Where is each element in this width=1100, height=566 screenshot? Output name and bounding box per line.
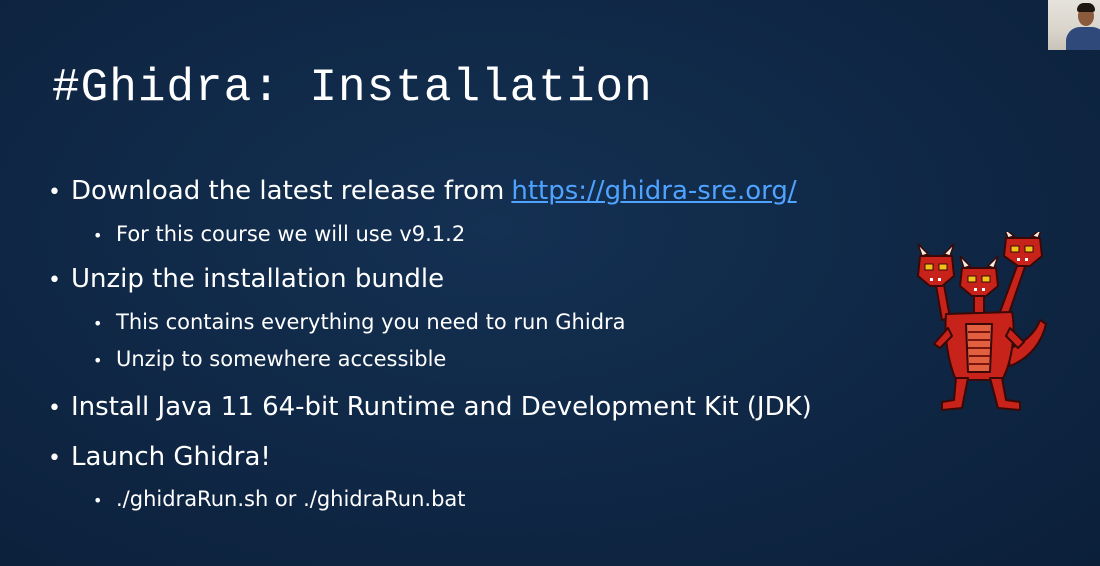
sub-bullet-icon: •: [93, 491, 103, 510]
sub-bullet-icon: •: [93, 226, 103, 245]
sub-bullet-version: • For this course we will use v9.1.2: [93, 222, 465, 246]
bullet-text: Download the latest release from: [71, 176, 505, 206]
sub-bullet-text: This contains everything you need to run…: [116, 310, 626, 334]
presenter-hair: [1077, 3, 1095, 12]
sub-bullet-contains: • This contains everything you need to r…: [93, 310, 626, 334]
bullet-text: Install Java 11 64-bit Runtime and Devel…: [71, 392, 812, 422]
presenter-shoulders: [1066, 27, 1100, 50]
bullet-download: • Download the latest release from https…: [48, 176, 797, 206]
bullet-launch: • Launch Ghidra!: [48, 442, 271, 472]
bullet-icon: •: [48, 180, 61, 205]
bullet-icon: •: [48, 396, 61, 421]
bullet-text: Launch Ghidra!: [71, 442, 271, 472]
ghidra-download-link[interactable]: https://ghidra-sre.org/: [511, 176, 796, 206]
ghidra-dragon-logo-icon: [917, 232, 1047, 411]
presentation-slide: #Ghidra: Installation • Download the lat…: [0, 0, 1100, 566]
presenter-webcam-thumbnail: [1048, 0, 1100, 50]
sub-bullet-text: Unzip to somewhere accessible: [116, 347, 447, 371]
bullet-icon: •: [48, 268, 61, 293]
bullet-icon: •: [48, 446, 61, 471]
bullet-list: • Download the latest release from https…: [0, 0, 900, 566]
bullet-install-java: • Install Java 11 64-bit Runtime and Dev…: [48, 392, 812, 422]
bullet-text: Unzip the installation bundle: [71, 264, 445, 294]
sub-bullet-text: For this course we will use v9.1.2: [116, 222, 466, 246]
bullet-unzip: • Unzip the installation bundle: [48, 264, 444, 294]
sub-bullet-text: ./ghidraRun.sh or ./ghidraRun.bat: [116, 487, 466, 511]
sub-bullet-run-scripts: • ./ghidraRun.sh or ./ghidraRun.bat: [93, 487, 466, 511]
sub-bullet-accessible: • Unzip to somewhere accessible: [93, 347, 446, 371]
sub-bullet-icon: •: [93, 351, 103, 370]
sub-bullet-icon: •: [93, 314, 103, 333]
